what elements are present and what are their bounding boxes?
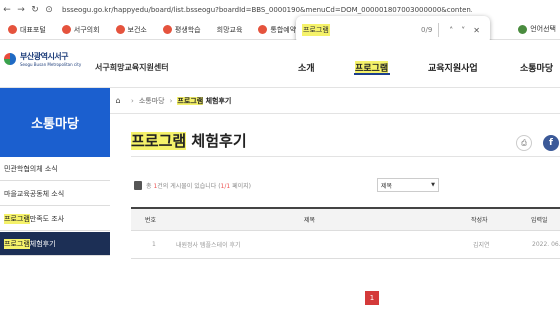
find-input[interactable]: 프로그램 (302, 24, 330, 36)
bookmark-item[interactable]: 보건소 (115, 25, 147, 35)
caret-down-icon: ▼ (431, 182, 435, 188)
reload-icon[interactable]: ↻ (28, 5, 42, 15)
table-header: 번호 제목 작성자 입력일 (131, 207, 560, 231)
sidebar-item-council-news[interactable]: 민관학협의체 소식 (0, 157, 110, 181)
bookmark-icon (115, 25, 125, 34)
breadcrumb-item[interactable]: 소통마당 (139, 96, 165, 106)
gnb-intro[interactable]: 소개 (298, 61, 315, 74)
language-select[interactable]: 언어선택 (518, 24, 556, 34)
find-count: 0/9 (421, 26, 433, 34)
search-field-select[interactable]: 제목 ▼ (377, 178, 439, 192)
divider (131, 156, 560, 157)
sidebar-item-community-news[interactable]: 마을교육공동체 소식 (0, 182, 110, 206)
breadcrumb-separator: › (131, 96, 134, 105)
breadcrumb: ⌂ › 소통마당 › 프로그램 체험후기 (110, 88, 560, 114)
bookmark-icon (162, 25, 172, 34)
table-row: 1 내원정사 템플스테이 후기 김지연 2022. 06. 26 (131, 231, 560, 259)
column-header: 입력일 (531, 217, 548, 224)
logo-icon (4, 53, 16, 65)
breadcrumb-separator: › (169, 96, 173, 105)
gnb-community[interactable]: 소통마당 (520, 61, 553, 74)
document-icon (134, 181, 142, 190)
divider (438, 23, 440, 37)
print-icon[interactable]: ⎙ (516, 135, 532, 151)
bookmark-item[interactable]: 평생학습 (162, 25, 201, 35)
column-header: 제목 (304, 217, 316, 224)
find-next-icon[interactable]: ˅ (461, 26, 465, 35)
find-prev-icon[interactable]: ˄ (449, 26, 453, 35)
facebook-icon[interactable]: f (543, 135, 559, 151)
bookmark-item[interactable]: 희망교육 (217, 25, 243, 35)
center-name[interactable]: 서구희망교육지원센터 (95, 62, 169, 73)
bookmark-icon (258, 25, 268, 34)
column-header: 번호 (145, 217, 157, 224)
bookmark-item[interactable]: 대표포털 (8, 25, 46, 35)
site-logo[interactable]: 부산광역시서구 Seogu Busan Metropolitan city (4, 51, 81, 67)
find-close-icon[interactable]: ✕ (473, 26, 480, 35)
row-number: 1 (152, 241, 156, 248)
home-icon[interactable]: ⌂ (110, 96, 126, 105)
site-info-icon[interactable]: ⊙ (42, 5, 56, 15)
page-title: 프로그램 체험후기 (131, 132, 247, 150)
column-header: 작성자 (471, 217, 488, 224)
sidebar-item-survey[interactable]: 프로그램 만족도 조사 (0, 207, 110, 231)
globe-icon (518, 24, 528, 34)
gnb-support[interactable]: 교육지원사업 (428, 61, 478, 74)
bookmark-item[interactable]: 서구의회 (61, 25, 100, 35)
back-icon[interactable]: ← (0, 5, 14, 15)
logo-name: 부산광역시서구 (20, 52, 69, 61)
gnb-active-indicator (354, 73, 390, 75)
forward-icon[interactable]: → (14, 5, 28, 15)
sidebar-item-reviews[interactable]: 프로그램 체험후기 (0, 232, 110, 256)
bookmark-icon (61, 25, 71, 34)
bookmark-icon (8, 25, 17, 34)
row-date: 2022. 06. 26 (532, 241, 560, 248)
breadcrumb-current: 프로그램 체험후기 (177, 96, 232, 105)
row-title-link[interactable]: 내원정사 템플스테이 후기 (176, 231, 241, 258)
sidebar-title: 소통마당 (0, 88, 110, 157)
bookmark-item[interactable]: 통합예약 (258, 25, 296, 35)
pagination-page[interactable]: 1 (365, 291, 379, 305)
site-header: 부산광역시서구 Seogu Busan Metropolitan city 서구… (0, 40, 560, 88)
logo-subtitle: Seogu Busan Metropolitan city (20, 62, 82, 67)
row-author: 김지연 (473, 242, 490, 249)
board-summary: 총 1건의 게시물이 있습니다 (1/1 페이지) (134, 181, 251, 190)
address-bar[interactable]: bsseogu.go.kr/happyedu/board/list.bsseog… (62, 6, 472, 14)
